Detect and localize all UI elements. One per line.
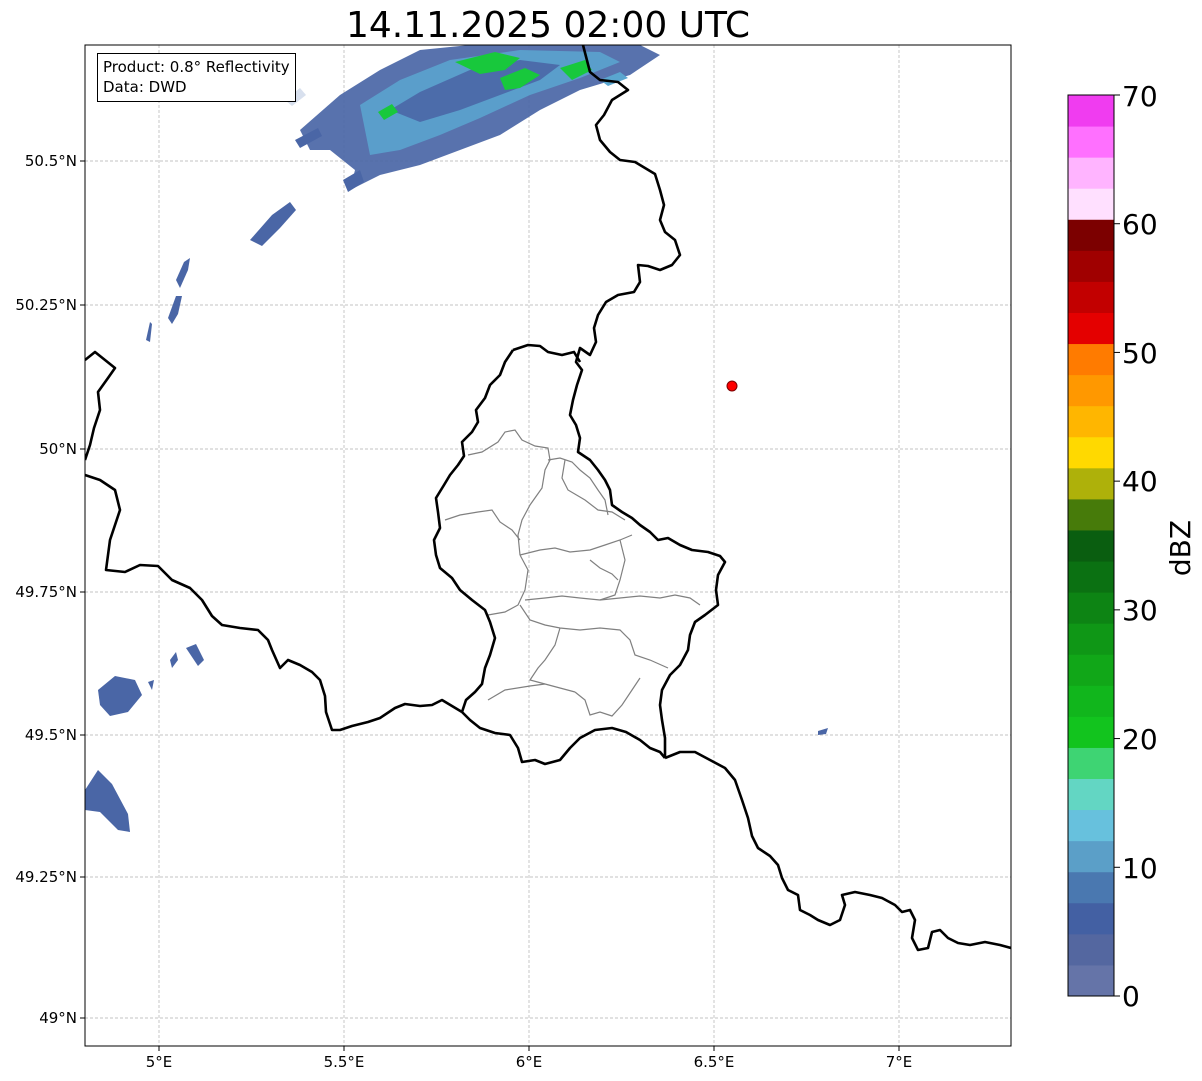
- colorbar-tick-label: 20: [1122, 723, 1158, 756]
- lon-tick-label: 6°E: [516, 1053, 543, 1071]
- colorbar-segment: [1068, 840, 1114, 873]
- info-box: Product: 0.8° Reflectivity Data: DWD: [97, 53, 296, 102]
- colorbar-tick-label: 0: [1122, 980, 1140, 1013]
- lon-tick-labels: 5°E 5.5°E 6°E 6.5°E 7°E: [146, 1053, 913, 1071]
- colorbar-segment: [1068, 250, 1114, 282]
- colorbar-tick-labels: 0 10 20 30 40 50 60 70: [1122, 80, 1158, 1013]
- colorbar-segment: [1068, 685, 1114, 717]
- colorbar-tick-label: 10: [1122, 852, 1158, 885]
- colorbar-segment: [1068, 188, 1114, 220]
- colorbar-segment: [1068, 343, 1114, 376]
- lat-tick-label: 50.5°N: [25, 152, 77, 170]
- colorbar-segment: [1068, 219, 1114, 251]
- colorbar-segment: [1068, 498, 1114, 531]
- colorbar-segment: [1068, 933, 1114, 966]
- colorbar-tick-label: 30: [1122, 594, 1158, 627]
- lat-tick-label: 49.5°N: [25, 726, 77, 744]
- colorbar-ticks: [1114, 94, 1120, 997]
- colorbar-segment: [1068, 312, 1114, 345]
- lat-tick-label: 50.25°N: [15, 296, 77, 314]
- colorbar-segment: [1068, 592, 1114, 624]
- lon-tick-label: 5.5°E: [324, 1053, 365, 1071]
- colorbar-segment: [1068, 871, 1114, 904]
- colorbar-segment: [1068, 561, 1114, 593]
- colorbar-segment: [1068, 716, 1114, 748]
- colorbar: [1068, 95, 1114, 997]
- lat-tick-label: 50°N: [39, 440, 77, 458]
- radar-map-figure: 5°E 5.5°E 6°E 6.5°E 7°E 50.5°N 50.25°N 5…: [15, 44, 1197, 1071]
- colorbar-tick-label: 70: [1122, 80, 1158, 113]
- colorbar-segment: [1068, 964, 1114, 997]
- colorbar-segment: [1068, 778, 1114, 811]
- colorbar-segment: [1068, 654, 1114, 686]
- radar-site-marker[interactable]: [726, 380, 738, 392]
- product-label: Product: 0.8° Reflectivity: [103, 58, 290, 76]
- colorbar-segment: [1068, 902, 1114, 935]
- colorbar-segment: [1068, 374, 1114, 407]
- colorbar-tick-label: 40: [1122, 465, 1158, 498]
- lat-tick-label: 49.25°N: [15, 868, 77, 886]
- colorbar-label: dBZ: [1164, 520, 1197, 576]
- colorbar-segment: [1068, 405, 1114, 438]
- map-title: 14.11.2025 02:00 UTC: [345, 5, 751, 46]
- colorbar-segment: [1068, 623, 1114, 655]
- colorbar-segment: [1068, 747, 1114, 780]
- colorbar-segment: [1068, 126, 1114, 158]
- colorbar-segment: [1068, 467, 1114, 500]
- lon-tick-label: 5°E: [146, 1053, 173, 1071]
- colorbar-segment: [1068, 436, 1114, 469]
- colorbar-segment: [1068, 529, 1114, 562]
- colorbar-tick-label: 60: [1122, 208, 1158, 241]
- lat-tick-label: 49.75°N: [15, 583, 77, 601]
- lon-tick-label: 6.5°E: [694, 1053, 735, 1071]
- data-source-label: Data: DWD: [103, 78, 187, 96]
- colorbar-segment: [1068, 809, 1114, 842]
- lon-tick-label: 7°E: [886, 1053, 913, 1071]
- lat-tick-labels: 50.5°N 50.25°N 50°N 49.75°N 49.5°N 49.25…: [15, 152, 77, 1027]
- colorbar-segment: [1068, 157, 1114, 189]
- colorbar-segment: [1068, 95, 1114, 127]
- colorbar-tick-label: 50: [1122, 337, 1158, 370]
- lat-tick-label: 49°N: [39, 1009, 77, 1027]
- colorbar-segment: [1068, 281, 1114, 313]
